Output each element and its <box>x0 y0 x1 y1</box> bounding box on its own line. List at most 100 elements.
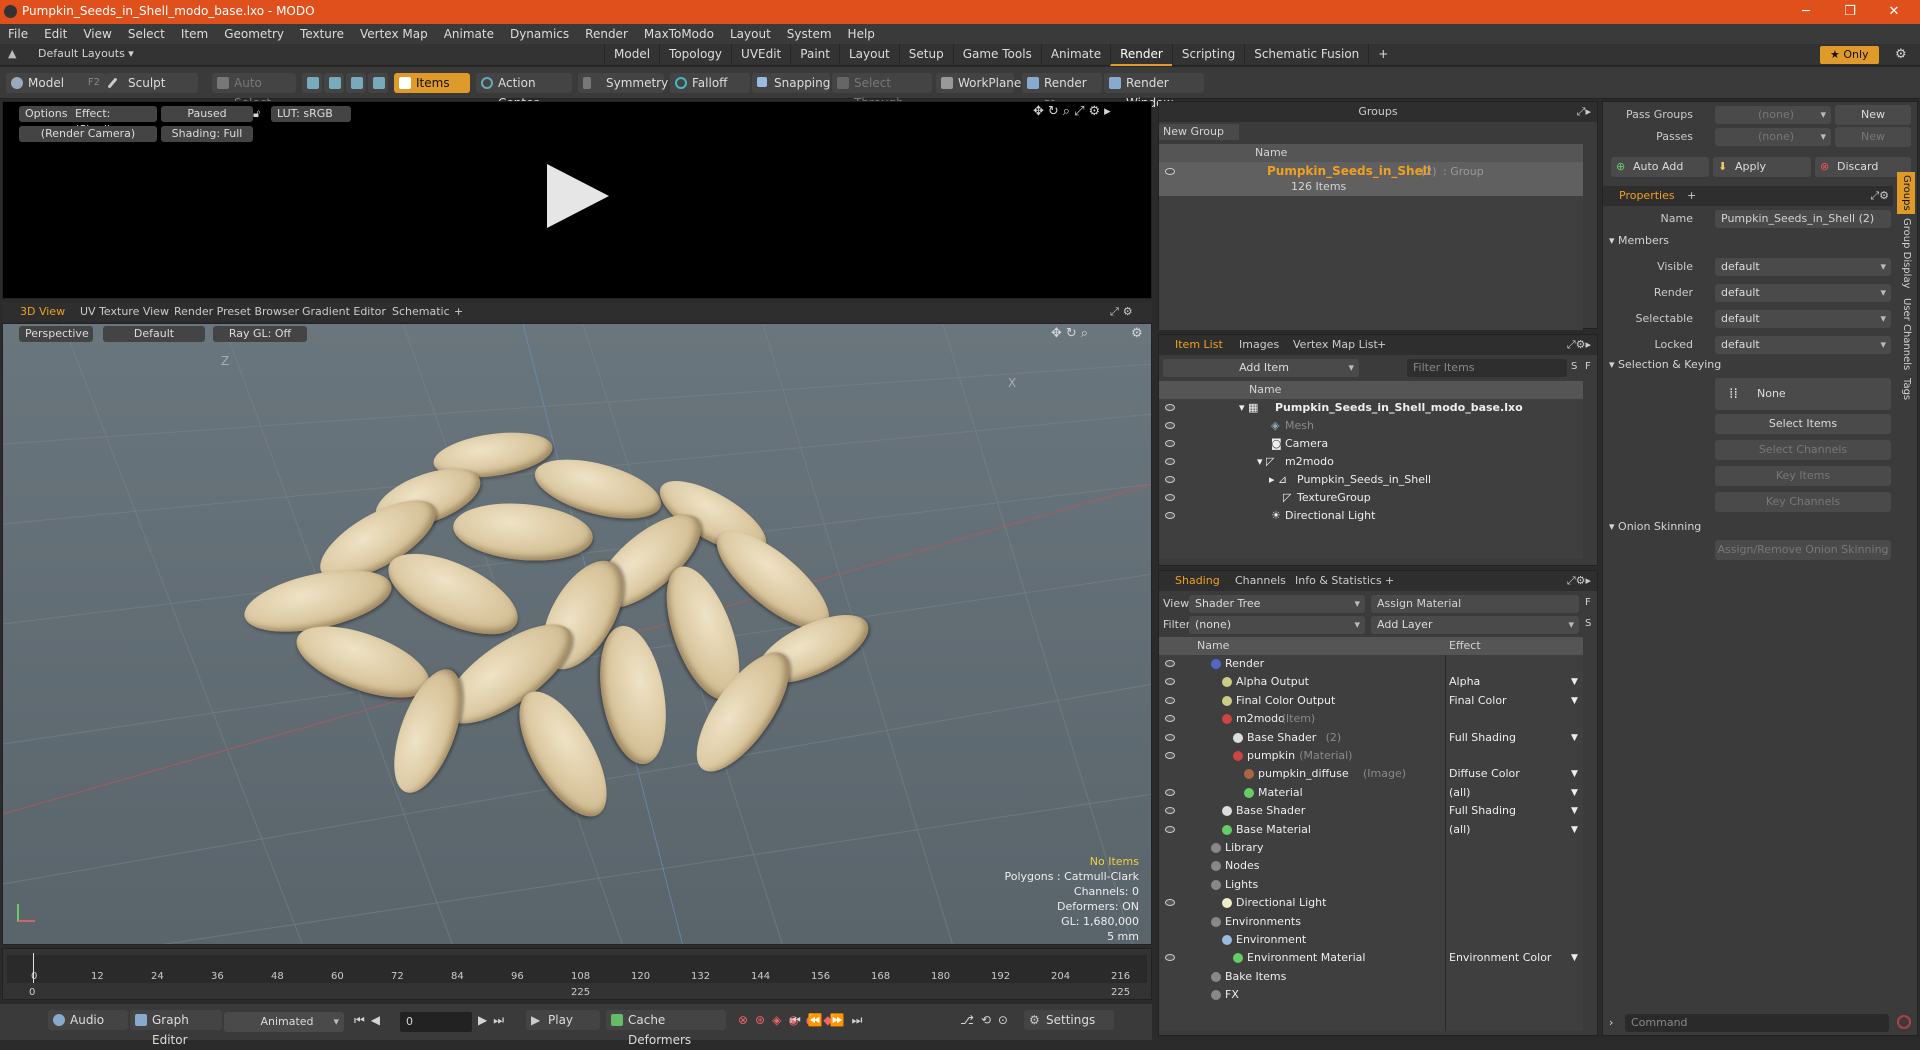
items-mode-button[interactable]: Items <box>394 73 470 93</box>
passes-dropdown[interactable]: (none) <box>1715 128 1831 146</box>
add-itemlist-tab-button[interactable]: + <box>1377 335 1386 355</box>
model-mode-button[interactable]: Model F2 <box>6 73 106 93</box>
viewport-settings-icon[interactable]: ⚙ <box>1131 326 1143 341</box>
apply-button[interactable]: ⬇ Apply <box>1713 157 1811 177</box>
command-input[interactable]: Command <box>1625 1014 1889 1032</box>
auto-select-button[interactable]: Auto Select <box>212 73 296 110</box>
polygons-mode-button[interactable] <box>346 73 366 93</box>
eye-icon[interactable] <box>1165 807 1175 815</box>
menu-system[interactable]: System <box>779 24 840 44</box>
effect-dropdown-icon[interactable]: ▼ <box>1571 692 1578 710</box>
symmetry-button[interactable]: Symmetry <box>578 73 668 93</box>
menu-dynamics[interactable]: Dynamics <box>502 24 577 44</box>
command-stop-icon[interactable] <box>1897 1015 1911 1029</box>
tab-item-list[interactable]: Item List <box>1175 335 1223 355</box>
eye-icon[interactable] <box>1165 476 1175 483</box>
eye-icon[interactable] <box>1165 715 1175 723</box>
effect-dropdown-icon[interactable]: ▼ <box>1571 949 1578 967</box>
tab-render[interactable]: Render <box>1110 44 1172 66</box>
new-group-button[interactable]: New Group <box>1159 124 1239 140</box>
itemlist-expand-icon[interactable]: ⤢⚙▸ <box>1567 335 1591 355</box>
effect-dropdown-icon[interactable]: ▼ <box>1571 729 1578 747</box>
shader-row[interactable]: FX <box>1159 986 1583 1004</box>
key-channels-button[interactable]: Key Channels <box>1715 492 1891 512</box>
command-expand-icon[interactable]: › <box>1609 1016 1613 1029</box>
menu-vertex-map[interactable]: Vertex Map <box>352 24 436 44</box>
sculpt-button[interactable]: Sculpt <box>106 73 198 93</box>
skip-forward-icons[interactable]: ▶⏭ <box>478 1013 510 1028</box>
graph-editor-button[interactable]: Graph Editor <box>130 1010 222 1047</box>
shader-row[interactable]: Lights <box>1159 876 1583 894</box>
filter-f-button[interactable]: F <box>1585 361 1591 372</box>
onion-skinning-section[interactable]: ▾ Onion Skinning <box>1609 520 1701 533</box>
layer-s-button[interactable]: S <box>1585 618 1591 629</box>
menu-select[interactable]: Select <box>120 24 173 44</box>
effect-dropdown-icon[interactable]: ▼ <box>1571 821 1578 839</box>
maximize-button[interactable]: ❐ <box>1830 2 1870 22</box>
item-row-m2modo[interactable]: ▾ ◸ m2modo <box>1159 453 1583 471</box>
item-row-pumpkin-group[interactable]: ▸ ⊿ Pumpkin_Seeds_in_Shell <box>1159 471 1583 489</box>
render-button[interactable]: Render F9 <box>1022 73 1102 110</box>
side-tab-tags[interactable]: Tags <box>1897 378 1915 414</box>
eye-icon[interactable] <box>1165 825 1175 833</box>
shader-effect[interactable]: Diffuse Color <box>1449 765 1520 783</box>
tab-shading[interactable]: Shading <box>1175 571 1220 591</box>
side-tab-group-display[interactable]: Group Display <box>1897 218 1915 294</box>
eye-icon[interactable] <box>1165 404 1175 411</box>
menu-edit[interactable]: Edit <box>36 24 75 44</box>
shader-effect[interactable]: Full Shading <box>1449 729 1516 747</box>
key-items-button[interactable]: Key Items <box>1715 466 1891 486</box>
preview-nav-icons[interactable]: ✥↻⌕⤢⚙▸ <box>1033 104 1115 119</box>
pumpkin-seeds-mesh[interactable] <box>233 425 953 830</box>
effect-dropdown-icon[interactable]: ▼ <box>1571 673 1578 691</box>
menu-file[interactable]: File <box>0 24 36 44</box>
item-row-scene[interactable]: ▾ ▦ Pumpkin_Seeds_in_Shell_modo_base.lxo <box>1159 399 1583 417</box>
shader-row[interactable]: Base Shader (2) Full Shading ▼ <box>1159 729 1583 747</box>
settings-button[interactable]: ⚙ Settings <box>1024 1010 1114 1030</box>
eye-icon[interactable] <box>1165 899 1175 907</box>
paused-toggle[interactable]: Paused <box>161 106 253 122</box>
item-row-directional-light[interactable]: ☀ Directional Light <box>1159 507 1583 525</box>
tab-render-preset-browser[interactable]: Render Preset Browser <box>174 302 299 322</box>
tab-paint[interactable]: Paint <box>790 44 839 64</box>
play-icon[interactable] <box>547 164 609 228</box>
tab-setup[interactable]: Setup <box>898 44 953 64</box>
shader-row[interactable]: Base Material (all) ▼ <box>1159 821 1583 839</box>
add-tab-button[interactable]: + <box>1368 44 1397 64</box>
3d-viewport[interactable]: Perspective Default Ray GL: Off ✥↻⌕ ⚙ Z … <box>2 323 1152 945</box>
none-selection-button[interactable]: ⁞⁞ None <box>1715 378 1891 410</box>
add-item-dropdown[interactable]: Add Item <box>1163 359 1359 377</box>
menu-item[interactable]: Item <box>173 24 216 44</box>
close-button[interactable]: ✕ <box>1874 2 1914 22</box>
tab-uvedit[interactable]: UVEdit <box>731 44 790 64</box>
name-input[interactable]: Pumpkin_Seeds_in_Shell (2) <box>1715 210 1891 228</box>
visible-dropdown[interactable]: default <box>1715 258 1891 276</box>
shader-effect[interactable]: (all) <box>1449 784 1470 802</box>
shader-row[interactable]: Environment <box>1159 931 1583 949</box>
view-dropdown[interactable]: Shader Tree <box>1189 595 1365 613</box>
tab-schematic[interactable]: Schematic <box>392 302 450 322</box>
menu-texture[interactable]: Texture <box>292 24 352 44</box>
skip-back-icons[interactable]: ⏮◀ <box>354 1013 386 1028</box>
materials-mode-button[interactable] <box>368 73 388 93</box>
eye-icon[interactable] <box>1165 458 1175 465</box>
add-viewport-tab-button[interactable]: + <box>454 302 463 322</box>
options-button[interactable]: Options <box>19 106 74 122</box>
eye-icon[interactable] <box>1165 696 1175 704</box>
shader-row[interactable]: Environment Material Environment Color ▼ <box>1159 949 1583 967</box>
group-name[interactable]: Pumpkin_Seeds_in_Shell <box>1267 164 1431 178</box>
menu-geometry[interactable]: Geometry <box>216 24 292 44</box>
filter-items-input[interactable]: Filter Items <box>1407 359 1567 377</box>
action-center-button[interactable]: Action Center <box>476 73 572 110</box>
tab-vertex-map-list[interactable]: Vertex Map List <box>1293 335 1378 355</box>
select-channels-button[interactable]: Select Channels <box>1715 440 1891 460</box>
menu-help[interactable]: Help <box>840 24 883 44</box>
snapping-button[interactable]: Snapping <box>752 73 830 93</box>
timeline[interactable]: 0 12 24 36 48 60 72 84 96 108 120 132 144 156 168 180 19… <box>2 948 1152 1000</box>
side-tab-groups[interactable]: Groups <box>1897 172 1915 214</box>
visibility-eye-icon[interactable] <box>1165 168 1175 175</box>
add-shading-tab-button[interactable]: + <box>1385 571 1394 591</box>
gear-icon[interactable]: ⚙ <box>1895 47 1907 62</box>
shader-effect[interactable]: Full Shading <box>1449 802 1516 820</box>
eye-icon[interactable] <box>1165 512 1175 519</box>
